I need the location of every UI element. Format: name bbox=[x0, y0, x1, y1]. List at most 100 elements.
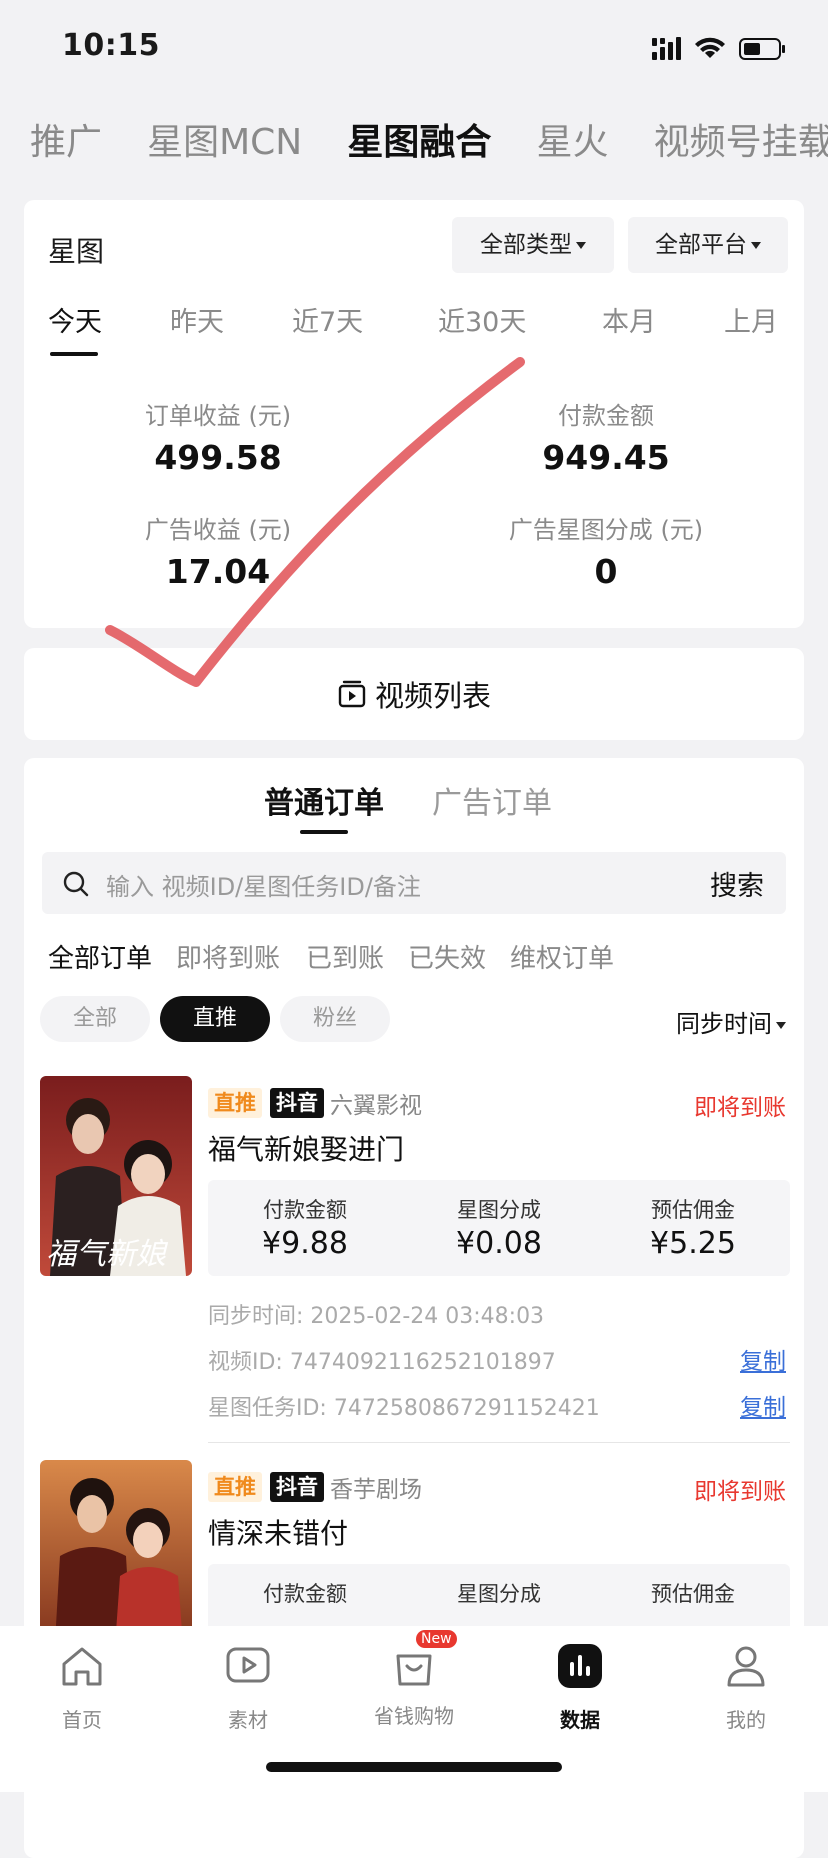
date-tab-indicator bbox=[50, 352, 98, 356]
order-badges: 直推 抖音 六翼影视 bbox=[208, 1086, 422, 1120]
order-title: 情深未错付 bbox=[208, 1517, 349, 1550]
nav-data-label: 数据 bbox=[560, 1708, 600, 1732]
filter-all-orders[interactable]: 全部订单 bbox=[48, 938, 152, 975]
search-icon bbox=[63, 871, 89, 897]
filter-expired[interactable]: 已失效 bbox=[408, 938, 486, 975]
home-indicator bbox=[266, 1762, 562, 1772]
chip-direct[interactable]: 直推 bbox=[160, 996, 270, 1042]
studio-name: 六翼影视 bbox=[330, 1093, 422, 1119]
status-icons bbox=[652, 37, 785, 60]
tab-promote[interactable]: 推广 bbox=[30, 115, 102, 171]
nav-home[interactable]: 首页 bbox=[22, 1642, 142, 1733]
status-time: 10:15 bbox=[62, 28, 160, 63]
poster-image: 福气新娘 bbox=[40, 1076, 192, 1276]
play-icon bbox=[226, 1647, 270, 1683]
ad-income-value: 17.04 bbox=[165, 552, 271, 591]
date-tab-this-month[interactable]: 本月 bbox=[602, 300, 656, 339]
date-tab-today[interactable]: 今天 bbox=[48, 300, 102, 339]
filter-arriving-soon[interactable]: 即将到账 bbox=[176, 938, 280, 975]
share-value: ¥0.08 bbox=[456, 1226, 542, 1261]
copy-video-id-button[interactable]: 复制 bbox=[740, 1342, 786, 1376]
share-label: 星图分成 bbox=[457, 1198, 541, 1222]
caret-down-icon bbox=[576, 242, 586, 249]
chart-icon bbox=[558, 1644, 602, 1688]
date-tab-7days[interactable]: 近7天 bbox=[292, 300, 363, 339]
search-button[interactable]: 搜索 bbox=[710, 864, 764, 903]
commission-label: 预估佣金 bbox=[651, 1198, 735, 1222]
ad-share-value: 0 bbox=[594, 552, 618, 591]
nav-profile-label: 我的 bbox=[726, 1708, 766, 1732]
nav-shopping[interactable]: New 省钱购物 bbox=[354, 1630, 474, 1729]
caret-down-icon bbox=[776, 1021, 786, 1029]
date-tab-last-month[interactable]: 上月 bbox=[724, 300, 778, 339]
payment-value: ¥9.88 bbox=[262, 1226, 348, 1261]
share-label: 星图分成 bbox=[457, 1582, 541, 1606]
svg-text:福气新娘: 福气新娘 bbox=[46, 1237, 169, 1272]
payment-label: 付款金额 bbox=[263, 1198, 347, 1222]
search-input[interactable]: 输入 视频ID/星图任务ID/备注 bbox=[106, 867, 421, 902]
commission-label: 预估佣金 bbox=[651, 1582, 735, 1606]
order-item[interactable]: 福气新娘 直推 抖音 六翼影视 即将到账 福气新娘娶进门 付款金额 ¥9.88 星图… bbox=[40, 1076, 790, 1436]
sync-time: 同步时间: 2025-02-24 03:48:03 bbox=[208, 1304, 545, 1329]
type-filter-dropdown[interactable]: 全部类型 bbox=[452, 217, 614, 273]
wifi-icon bbox=[695, 37, 725, 58]
chip-all[interactable]: 全部 bbox=[40, 996, 150, 1042]
nav-materials[interactable]: 素材 bbox=[188, 1642, 308, 1733]
signal-icon bbox=[652, 37, 681, 60]
tab-xingtu-mcn[interactable]: 星图MCN bbox=[147, 115, 302, 171]
order-income-value: 499.58 bbox=[154, 438, 282, 477]
tab-normal-orders[interactable]: 普通订单 bbox=[264, 778, 384, 822]
nav-shopping-label: 省钱购物 bbox=[374, 1704, 454, 1728]
profile-icon bbox=[727, 1646, 765, 1687]
order-metrics: 付款金额 ¥9.88 星图分成 ¥0.08 预估佣金 ¥5.25 bbox=[208, 1180, 790, 1276]
copy-task-id-button[interactable]: 复制 bbox=[740, 1388, 786, 1422]
caret-down-icon bbox=[751, 242, 761, 249]
order-badges: 直推 抖音 香芋剧场 bbox=[208, 1470, 422, 1504]
nav-profile[interactable]: 我的 bbox=[686, 1642, 806, 1733]
stats-card: 星图 全部类型 全部平台 今天 昨天 近7天 近30天 本月 上月 订单收益 (… bbox=[24, 200, 804, 628]
date-tab-30days[interactable]: 近30天 bbox=[438, 300, 526, 339]
platform-badge: 抖音 bbox=[270, 1088, 324, 1118]
order-income-label: 订单收益 (元) bbox=[144, 402, 292, 430]
task-id: 星图任务ID: 7472580867291152421 bbox=[208, 1396, 600, 1421]
video-list-label: 视频列表 bbox=[374, 679, 491, 713]
order-status: 即将到账 bbox=[694, 1479, 786, 1505]
commission-value: ¥5.25 bbox=[650, 1226, 736, 1261]
payment-amount-label: 付款金额 bbox=[558, 402, 654, 430]
type-filter-label: 全部类型 bbox=[480, 232, 572, 258]
battery-icon bbox=[739, 38, 785, 60]
date-tab-yesterday[interactable]: 昨天 bbox=[170, 300, 224, 339]
sort-label: 同步时间 bbox=[676, 1010, 772, 1038]
order-title: 福气新娘娶进门 bbox=[208, 1133, 405, 1166]
platform-filter-dropdown[interactable]: 全部平台 bbox=[628, 217, 788, 273]
shopping-bag-icon bbox=[396, 1654, 432, 1686]
video-id: 视频ID: 7474092116252101897 bbox=[208, 1350, 556, 1375]
top-tabs: 推广 星图MCN 星图融合 星火 视频号挂载 bbox=[30, 115, 828, 175]
nav-data[interactable]: 数据 bbox=[520, 1642, 640, 1733]
video-list-button[interactable]: 视频列表 bbox=[24, 648, 804, 740]
direct-badge: 直推 bbox=[208, 1472, 262, 1502]
ad-income-label: 广告收益 (元) bbox=[144, 516, 292, 544]
chip-fans[interactable]: 粉丝 bbox=[280, 996, 390, 1042]
sort-sync-time-button[interactable]: 同步时间 bbox=[676, 1004, 786, 1039]
source-title: 星图 bbox=[48, 235, 105, 268]
tab-xingtu-fusion[interactable]: 星图融合 bbox=[347, 115, 491, 171]
video-list-inner: 视频列表 bbox=[24, 648, 804, 740]
filter-dispute-orders[interactable]: 维权订单 bbox=[510, 938, 614, 975]
platform-badge: 抖音 bbox=[270, 1472, 324, 1502]
filter-arrived[interactable]: 已到账 bbox=[306, 938, 384, 975]
ad-share-label: 广告星图分成 (元) bbox=[508, 516, 704, 544]
search-bar[interactable]: 输入 视频ID/星图任务ID/备注 搜索 bbox=[42, 852, 786, 914]
tab-xinghuo[interactable]: 星火 bbox=[536, 115, 608, 171]
payment-label: 付款金额 bbox=[263, 1582, 347, 1606]
nav-materials-label: 素材 bbox=[228, 1708, 268, 1732]
order-tab-indicator bbox=[300, 830, 348, 834]
nav-home-label: 首页 bbox=[62, 1708, 102, 1732]
studio-name: 香芋剧场 bbox=[330, 1477, 422, 1503]
home-icon bbox=[62, 1647, 102, 1686]
item-divider bbox=[208, 1442, 790, 1443]
tab-ad-orders[interactable]: 广告订单 bbox=[432, 778, 552, 822]
platform-filter-label: 全部平台 bbox=[655, 232, 747, 258]
tab-channels-mount[interactable]: 视频号挂载 bbox=[654, 115, 828, 171]
order-status: 即将到账 bbox=[694, 1095, 786, 1121]
